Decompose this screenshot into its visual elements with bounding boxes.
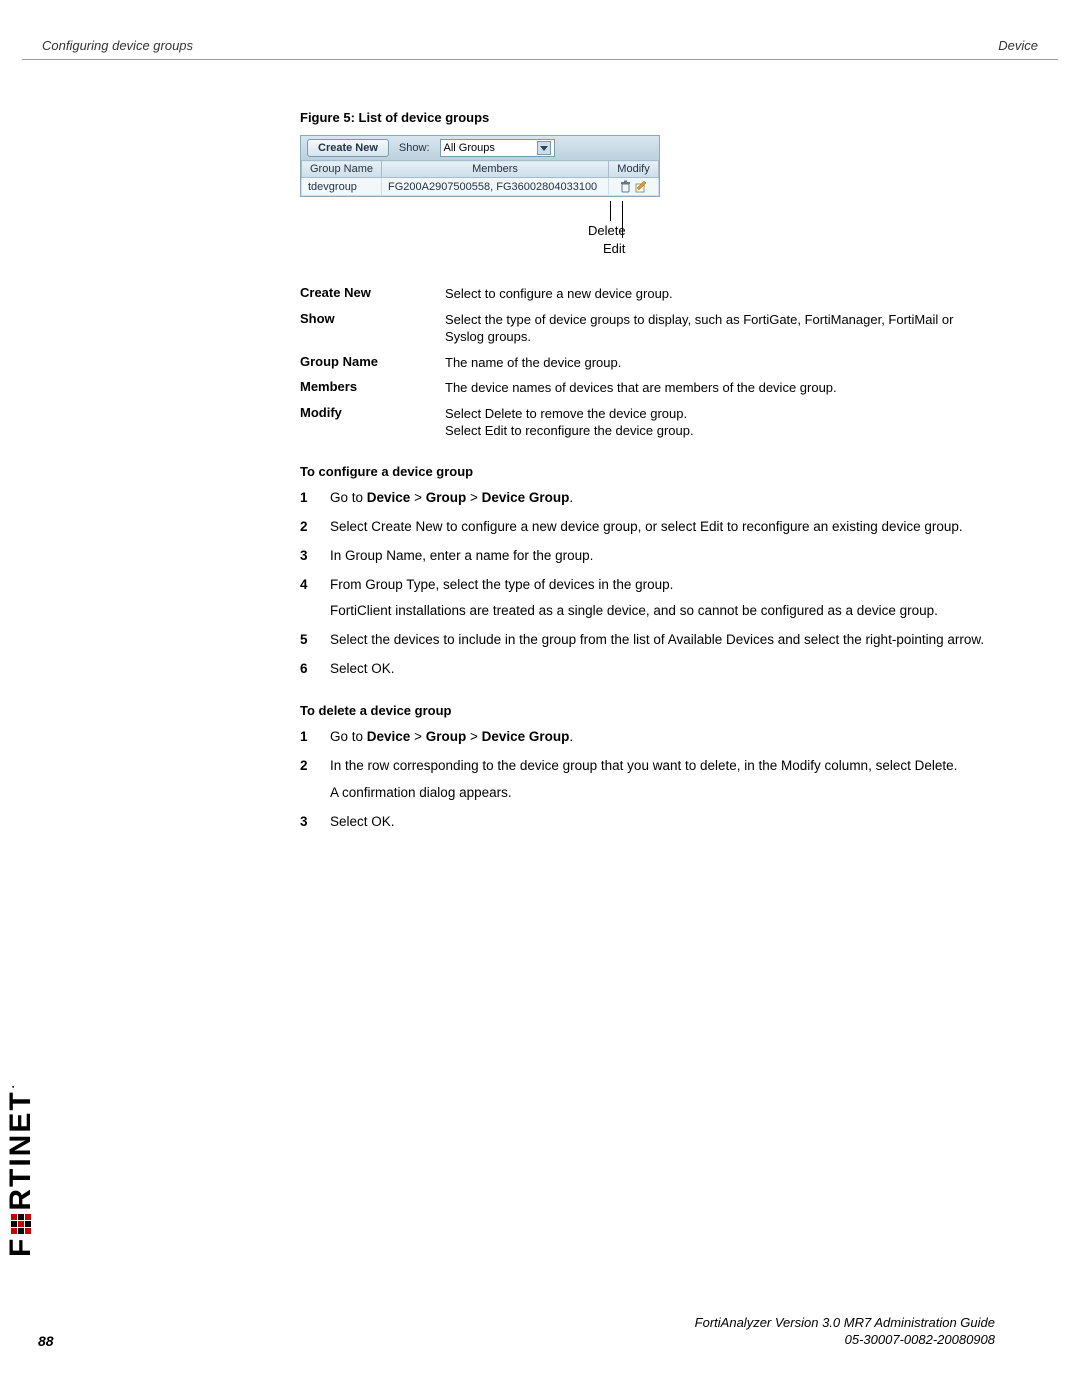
figure-caption: Figure 5: List of device groups <box>300 110 995 125</box>
step-text: Select the devices to include in the gro… <box>330 631 984 650</box>
description-row: Group NameThe name of the device group. <box>300 354 995 372</box>
description-def: Select Delete to remove the device group… <box>445 405 694 440</box>
step-row: 3In Group Name, enter a name for the gro… <box>330 547 995 566</box>
step-text: Go to Device > Group > Device Group. <box>330 728 573 747</box>
step-row: 4From Group Type, select the type of dev… <box>330 576 995 622</box>
step-number: 6 <box>300 660 330 679</box>
description-row: ShowSelect the type of device groups to … <box>300 311 995 346</box>
step-sub: FortiClient installations are treated as… <box>330 602 938 621</box>
page-number: 88 <box>38 1333 54 1349</box>
description-def: The name of the device group. <box>445 354 621 372</box>
description-def: Select the type of device groups to disp… <box>445 311 995 346</box>
col-group-name: Group Name <box>302 161 382 178</box>
cell-members: FG200A2907500558, FG36002804033100 <box>382 178 609 196</box>
step-number: 3 <box>300 547 330 566</box>
create-new-button[interactable]: Create New <box>307 139 389 157</box>
step-number: 3 <box>300 813 330 832</box>
delete-icon[interactable] <box>619 180 632 193</box>
step-number: 5 <box>300 631 330 650</box>
ui-toolbar: Create New Show: All Groups <box>301 136 659 160</box>
description-term: Create New <box>300 285 445 303</box>
step-row: 1Go to Device > Group > Device Group. <box>330 489 995 508</box>
fortinet-logo: F RTINET . <box>4 1083 38 1257</box>
step-text: From Group Type, select the type of devi… <box>330 576 938 622</box>
main-content: Figure 5: List of device groups Create N… <box>300 110 995 842</box>
description-table: Create NewSelect to configure a new devi… <box>300 285 995 440</box>
step-row: 1Go to Device > Group > Device Group. <box>330 728 995 747</box>
table-row: tdevgroup FG200A2907500558, FG3600280403… <box>302 178 659 196</box>
step-number: 4 <box>300 576 330 622</box>
step-text: Go to Device > Group > Device Group. <box>330 489 573 508</box>
header-left: Configuring device groups <box>42 38 193 53</box>
delete-heading: To delete a device group <box>300 703 995 718</box>
configure-steps: 1Go to Device > Group > Device Group. 2Se… <box>330 489 995 679</box>
footer-line2: 05-30007-0082-20080908 <box>695 1332 995 1349</box>
delete-steps: 1Go to Device > Group > Device Group. 2In… <box>330 728 995 832</box>
step-text: Select OK. <box>330 660 395 679</box>
footer-text: FortiAnalyzer Version 3.0 MR7 Administra… <box>695 1315 995 1349</box>
description-term: Group Name <box>300 354 445 372</box>
col-modify: Modify <box>609 161 659 178</box>
step-row: 6Select OK. <box>330 660 995 679</box>
step-number: 1 <box>300 489 330 508</box>
step-number: 2 <box>300 518 330 537</box>
step-number: 2 <box>300 757 330 803</box>
logo-square-icon <box>11 1214 31 1234</box>
configure-heading: To configure a device group <box>300 464 995 479</box>
description-row: MembersThe device names of devices that … <box>300 379 995 397</box>
callout-delete: Delete <box>588 223 626 238</box>
page-footer: 88 FortiAnalyzer Version 3.0 MR7 Adminis… <box>38 1315 995 1349</box>
device-groups-table: Group Name Members Modify tdevgroup FG20… <box>301 160 659 196</box>
show-dropdown[interactable]: All Groups <box>440 139 555 157</box>
logo-tm: . <box>5 1083 17 1088</box>
description-row: Create NewSelect to configure a new devi… <box>300 285 995 303</box>
cell-modify <box>609 178 659 196</box>
step-text: Select OK. <box>330 813 395 832</box>
step-text: Select Create New to configure a new dev… <box>330 518 963 537</box>
show-dropdown-value: All Groups <box>444 142 495 154</box>
cell-group-name: tdevgroup <box>302 178 382 196</box>
edit-icon[interactable] <box>635 180 648 193</box>
col-members: Members <box>382 161 609 178</box>
step-row: 3Select OK. <box>330 813 995 832</box>
step-row: 2In the row corresponding to the device … <box>330 757 995 803</box>
logo-text-right: RTINET <box>4 1090 38 1210</box>
header-right: Device <box>998 38 1038 53</box>
show-label: Show: <box>399 142 430 154</box>
page-header: Configuring device groups Device <box>22 38 1058 60</box>
description-term: Modify <box>300 405 445 440</box>
step-number: 1 <box>300 728 330 747</box>
description-term: Show <box>300 311 445 346</box>
step-row: 5Select the devices to include in the gr… <box>330 631 995 650</box>
description-def: Select to configure a new device group. <box>445 285 673 303</box>
callout-edit: Edit <box>603 241 625 256</box>
chevron-down-icon <box>537 141 551 155</box>
description-def: The device names of devices that are mem… <box>445 379 837 397</box>
step-text: In the row corresponding to the device g… <box>330 757 957 803</box>
footer-line1: FortiAnalyzer Version 3.0 MR7 Administra… <box>695 1315 995 1332</box>
step-sub: A confirmation dialog appears. <box>330 784 957 803</box>
description-term: Members <box>300 379 445 397</box>
callout-line <box>610 201 611 221</box>
step-row: 2Select Create New to configure a new de… <box>330 518 995 537</box>
step-text: In Group Name, enter a name for the grou… <box>330 547 593 566</box>
description-row: ModifySelect Delete to remove the device… <box>300 405 995 440</box>
logo-text-left: F <box>4 1237 38 1257</box>
callout-area: Delete Edit <box>300 201 700 271</box>
device-groups-ui: Create New Show: All Groups Group Name M… <box>300 135 660 197</box>
